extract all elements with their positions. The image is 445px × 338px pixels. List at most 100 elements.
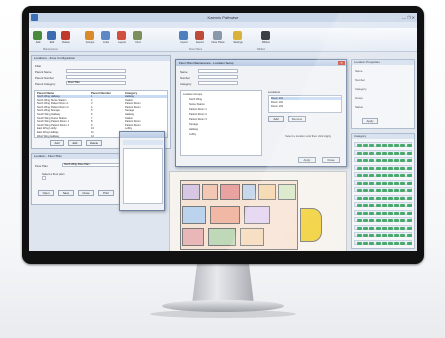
find-button[interactable]: Find xyxy=(129,41,147,44)
status-indicator[interactable] xyxy=(363,211,369,215)
room-highlighted[interactable] xyxy=(300,208,322,242)
status-indicator[interactable] xyxy=(406,196,412,200)
room-h[interactable] xyxy=(210,206,240,224)
list-item[interactable]: Room 102 xyxy=(271,101,341,104)
add-icon[interactable] xyxy=(33,31,42,40)
room-b[interactable] xyxy=(202,184,218,200)
status-indicator[interactable] xyxy=(381,226,387,230)
status-indicator[interactable] xyxy=(369,166,375,170)
status-indicator[interactable] xyxy=(363,219,369,222)
status-indicator[interactable] xyxy=(357,226,362,230)
export-button[interactable]: Export xyxy=(191,41,209,44)
status-indicator[interactable] xyxy=(375,144,381,147)
table-row[interactable]: South Wing Hallway 6 Hallway xyxy=(37,113,167,116)
dialog-number-field[interactable] xyxy=(198,75,238,79)
status-indicator[interactable] xyxy=(406,181,412,185)
status-indicator[interactable] xyxy=(369,219,375,222)
dialog-name-field[interactable] xyxy=(198,69,238,73)
import-icon[interactable] xyxy=(179,31,188,40)
status-indicator[interactable] xyxy=(363,226,369,230)
right-apply-button[interactable]: Apply xyxy=(362,118,378,124)
status-indicator[interactable] xyxy=(369,159,375,162)
status-indicator[interactable] xyxy=(406,174,412,177)
status-indicator[interactable] xyxy=(357,211,362,215)
status-indicator[interactable] xyxy=(394,196,400,200)
status-indicator[interactable] xyxy=(381,211,387,215)
export-icon[interactable] xyxy=(195,31,204,40)
status-indicator[interactable] xyxy=(363,189,369,192)
status-indicator[interactable] xyxy=(369,226,375,230)
room-d[interactable] xyxy=(242,184,256,200)
room-i[interactable] xyxy=(244,206,270,224)
status-indicator[interactable] xyxy=(400,196,406,200)
status-indicator[interactable] xyxy=(394,234,400,237)
status-indicator[interactable] xyxy=(406,159,412,162)
status-indicator[interactable] xyxy=(381,181,387,185)
status-indicator[interactable] xyxy=(381,204,387,207)
status-indicator[interactable] xyxy=(388,181,393,185)
ribbon-button[interactable]: Ribbon xyxy=(257,41,275,44)
status-indicator[interactable] xyxy=(388,234,393,237)
settings-icon[interactable] xyxy=(233,31,242,40)
table-row[interactable]: East Wing Lobby 10 Lobby xyxy=(37,127,167,130)
status-indicator[interactable] xyxy=(369,174,375,177)
status-indicator[interactable] xyxy=(381,234,387,237)
status-indicator[interactable] xyxy=(388,204,393,207)
tree-item[interactable]: Storage xyxy=(189,123,259,126)
status-indicator[interactable] xyxy=(388,211,393,215)
status-indicator[interactable] xyxy=(381,144,387,147)
status-indicator[interactable] xyxy=(400,151,406,155)
left-delete-button[interactable]: Delete xyxy=(86,140,102,146)
status-indicator[interactable] xyxy=(375,181,381,185)
status-indicator[interactable] xyxy=(375,204,381,207)
status-indicator[interactable] xyxy=(375,211,381,215)
list-item[interactable]: Room 103 xyxy=(271,105,341,108)
status-indicator[interactable] xyxy=(406,226,412,230)
status-indicator[interactable] xyxy=(363,144,369,147)
left-add-button[interactable]: Add xyxy=(50,140,64,146)
status-indicator[interactable] xyxy=(381,189,387,192)
status-indicator[interactable] xyxy=(369,189,375,192)
room-c[interactable] xyxy=(220,184,240,200)
status-indicator[interactable] xyxy=(388,241,393,245)
status-indicator[interactable] xyxy=(388,219,393,222)
room-l[interactable] xyxy=(240,228,264,246)
status-indicator[interactable] xyxy=(400,226,406,230)
dialog-remove-button[interactable]: Remove xyxy=(288,116,306,122)
table-row[interactable]: South Wing Patient Room 1 8 Patient Room xyxy=(37,120,167,123)
status-indicator[interactable] xyxy=(400,234,406,237)
save-button[interactable]: Save xyxy=(58,190,74,196)
list-item[interactable]: Room 101 xyxy=(271,97,341,100)
status-indicator[interactable] xyxy=(400,181,406,185)
status-indicator[interactable] xyxy=(406,189,412,192)
status-indicator[interactable] xyxy=(375,226,381,230)
status-indicator[interactable] xyxy=(369,204,375,207)
status-indicator[interactable] xyxy=(394,204,400,207)
status-indicator[interactable] xyxy=(357,181,362,185)
table-row[interactable]: North Wing Hallway 1 Hallway xyxy=(37,95,167,98)
status-indicator[interactable] xyxy=(388,196,393,200)
status-indicator[interactable] xyxy=(406,219,412,222)
status-indicator[interactable] xyxy=(406,234,412,237)
status-indicator[interactable] xyxy=(406,241,412,245)
status-indicator[interactable] xyxy=(394,144,400,147)
tree-item[interactable]: Location Groups xyxy=(183,93,253,96)
delete-button[interactable]: Delete xyxy=(57,41,75,44)
location-tree[interactable]: Location Groups North Wing Nurse Station Pa… xyxy=(180,90,262,156)
room-k[interactable] xyxy=(208,228,236,246)
status-indicator[interactable] xyxy=(406,211,412,215)
status-indicator[interactable] xyxy=(375,196,381,200)
status-indicator[interactable] xyxy=(357,159,362,162)
status-indicator[interactable] xyxy=(357,189,362,192)
status-indicator[interactable] xyxy=(369,151,375,155)
table-row[interactable]: North Wing Storage 5 Storage xyxy=(37,109,167,112)
tree-item[interactable]: Hallway xyxy=(189,128,259,131)
parent-number-field[interactable] xyxy=(66,75,126,79)
status-indicator[interactable] xyxy=(400,204,406,207)
status-indicator[interactable] xyxy=(406,151,412,155)
status-indicator[interactable] xyxy=(357,144,362,147)
dialog-add-button[interactable]: Add xyxy=(268,116,284,122)
status-indicator[interactable] xyxy=(375,174,381,177)
status-indicator[interactable] xyxy=(388,174,393,177)
groups-icon[interactable] xyxy=(85,31,94,40)
